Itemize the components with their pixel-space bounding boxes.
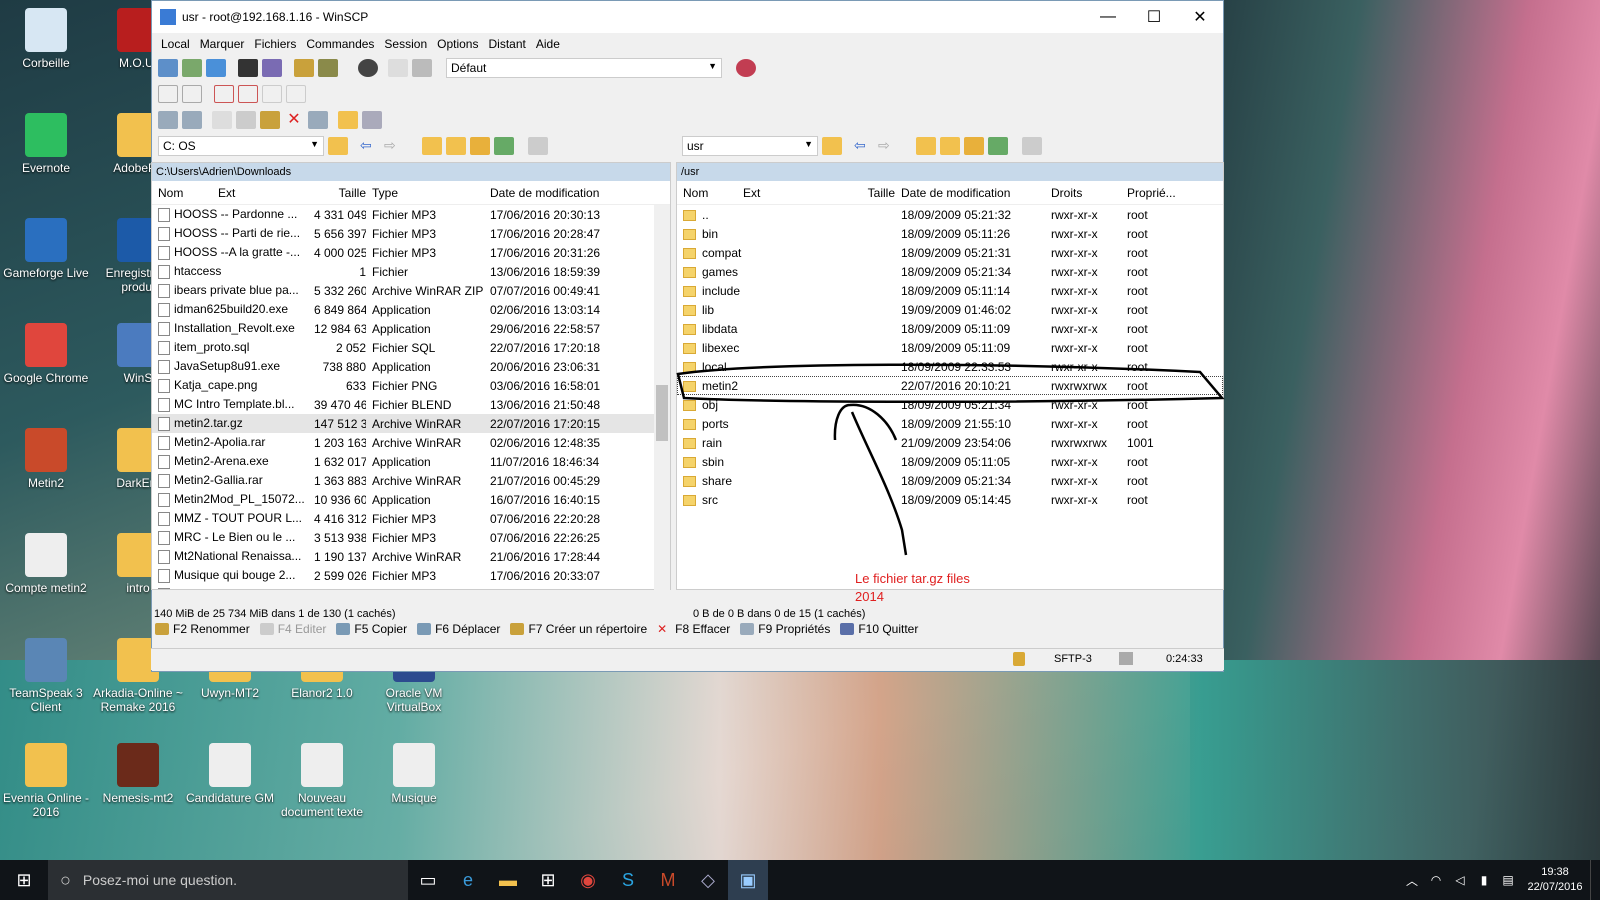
rename-label: F2 Renommer xyxy=(173,622,250,636)
delete-icon: ✕ xyxy=(657,622,668,636)
rename-icon xyxy=(155,623,169,635)
highlight-ellipse xyxy=(676,363,1225,404)
skype-icon[interactable]: S xyxy=(608,860,648,900)
status-bar: SFTP-3 0:24:33 xyxy=(151,648,1224,670)
session-time: 0:24:33 xyxy=(1166,653,1203,665)
network-icon xyxy=(1119,652,1133,665)
windows-start-icon[interactable]: ⊞ xyxy=(0,860,48,900)
annotation-line-2: 2014 xyxy=(855,589,884,604)
copy-icon xyxy=(336,623,351,635)
remote-status: 0 B de 0 B dans 0 de 15 (1 cachés) xyxy=(693,608,866,620)
annotation-overlay xyxy=(676,363,1225,556)
battery-icon[interactable]: ▮ xyxy=(1472,860,1496,900)
arrow-head-stroke xyxy=(833,403,898,441)
edit-button[interactable]: F4 Editer xyxy=(259,622,327,636)
clock-time: 19:38 xyxy=(1541,866,1569,878)
new-folder-icon xyxy=(510,623,525,635)
local-status: 140 MiB de 25 734 MiB dans 1 de 130 (1 c… xyxy=(154,608,396,620)
delete-label: F8 Effacer xyxy=(675,622,731,636)
move-icon xyxy=(417,623,432,635)
metin2-icon[interactable]: M xyxy=(648,860,688,900)
edit-icon xyxy=(259,623,274,635)
clock-date: 22/07/2016 xyxy=(1527,881,1583,893)
task-view-icon[interactable]: ▭ xyxy=(408,860,448,900)
wifi-icon[interactable]: ◠ xyxy=(1424,860,1448,900)
function-key-bar: F2 Renommer F4 Editer F5 Copier F6 Dépla… xyxy=(155,622,918,636)
create-dir-label: F7 Créer un répertoire xyxy=(528,622,648,636)
protocol-label: SFTP-3 xyxy=(1054,653,1092,665)
lock-icon xyxy=(1013,652,1025,666)
quit-button[interactable]: F10 Quitter xyxy=(840,622,918,636)
move-button[interactable]: F6 Déplacer xyxy=(417,622,500,636)
properties-button[interactable]: F9 Propriétés xyxy=(740,622,830,636)
move-label: F6 Déplacer xyxy=(435,622,501,636)
chevron-up-icon[interactable]: ︿ xyxy=(1400,860,1424,900)
store-icon[interactable]: ⊞ xyxy=(528,860,568,900)
edge-icon[interactable]: e xyxy=(448,860,488,900)
annotation-text: Le fichier tar.gz files 2014 xyxy=(855,570,970,606)
edit-label: F4 Editer xyxy=(277,622,327,636)
show-desktop-button[interactable] xyxy=(1590,860,1600,900)
create-dir-button[interactable]: F7 Créer un répertoire xyxy=(510,622,647,636)
clock[interactable]: 19:38 22/07/2016 xyxy=(1520,865,1590,895)
volume-icon[interactable]: ◁ xyxy=(1448,860,1472,900)
arrow-shaft-stroke xyxy=(850,411,908,556)
winscp-taskbar-icon[interactable]: ▣ xyxy=(728,860,768,900)
rename-button[interactable]: F2 Renommer xyxy=(155,622,250,636)
cortana-search[interactable]: ○ Posez-moi une question. xyxy=(48,860,408,900)
virtualbox-icon[interactable]: ◇ xyxy=(688,860,728,900)
chrome-icon[interactable]: ◉ xyxy=(568,860,608,900)
annotation-line-1: Le fichier tar.gz files xyxy=(855,571,970,586)
properties-icon xyxy=(740,623,755,635)
search-icon: ○ xyxy=(60,869,71,890)
taskbar: ⊞ ○ Posez-moi une question. ▭ e ▬ ⊞ ◉ S … xyxy=(0,860,1600,900)
file-explorer-icon[interactable]: ▬ xyxy=(488,860,528,900)
delete-button[interactable]: ✕ F8 Effacer xyxy=(657,622,730,636)
copy-label: F5 Copier xyxy=(354,622,408,636)
properties-label: F9 Propriétés xyxy=(758,622,831,636)
quit-icon xyxy=(840,623,855,635)
search-placeholder: Posez-moi une question. xyxy=(82,872,237,888)
copy-button[interactable]: F5 Copier xyxy=(336,622,407,636)
quit-label: F10 Quitter xyxy=(858,622,919,636)
notification-icon[interactable]: ▤ xyxy=(1496,860,1520,900)
